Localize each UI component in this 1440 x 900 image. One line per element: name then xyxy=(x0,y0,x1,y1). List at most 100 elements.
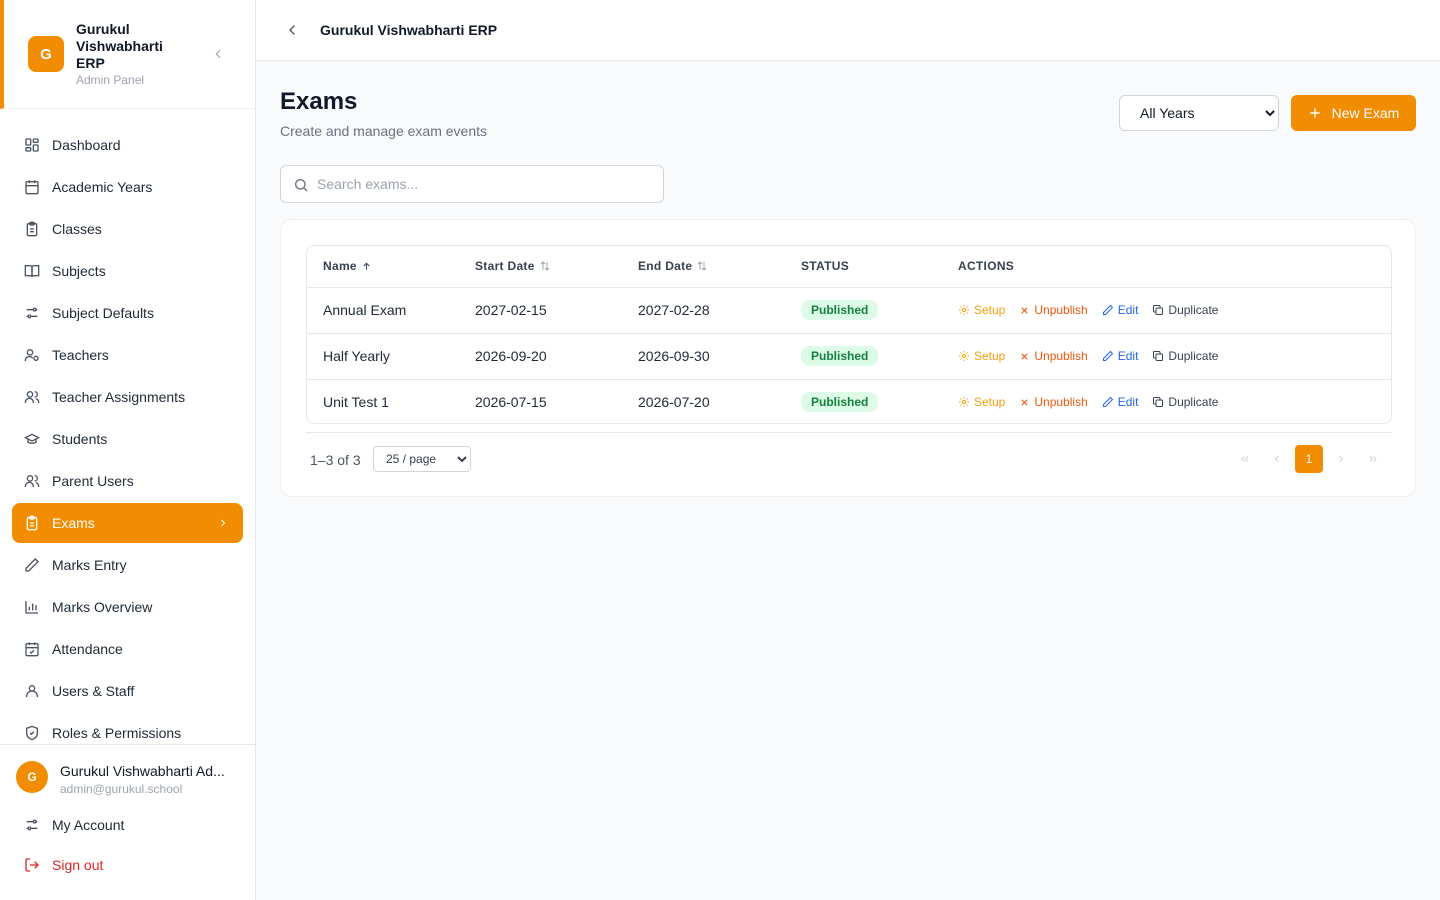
sidebar-item-attendance[interactable]: Attendance xyxy=(12,629,243,669)
column-header-end-date[interactable]: End Date xyxy=(638,246,801,288)
shield-icon xyxy=(24,725,40,741)
sign-out-link[interactable]: Sign out xyxy=(24,857,103,873)
brand-name: Gurukul Vishwabharti ERP xyxy=(76,21,163,71)
edit-button[interactable]: Edit xyxy=(1102,349,1138,363)
pencil-icon xyxy=(1102,304,1114,316)
sidebar-item-teachers[interactable]: Teachers xyxy=(12,335,243,375)
edit-label: Edit xyxy=(1117,303,1139,317)
sidebar-item-label: Roles & Permissions xyxy=(52,725,182,741)
brand-header: G Gurukul Vishwabharti ERP Admin Panel xyxy=(0,0,255,109)
exam-start-date: 2027-02-15 xyxy=(475,302,547,318)
table-row: Annual Exam 2027-02-15 2027-02-28 Publis… xyxy=(307,287,1391,333)
unpublish-button[interactable]: Unpublish xyxy=(1019,395,1088,409)
status-badge: Published xyxy=(801,392,879,413)
first-page-button[interactable] xyxy=(1231,445,1259,473)
users-icon xyxy=(24,473,40,489)
exam-end-date: 2026-09-30 xyxy=(638,348,710,364)
chevron-left-icon xyxy=(215,49,221,59)
sidebar-item-subjects[interactable]: Subjects xyxy=(12,251,243,291)
my-account-link[interactable]: My Account xyxy=(24,817,124,833)
unpublish-button[interactable]: Unpublish xyxy=(1019,303,1088,317)
sidebar-item-label: Students xyxy=(52,431,108,447)
copy-icon xyxy=(1152,304,1164,316)
search-input[interactable] xyxy=(317,166,657,202)
page-button-current[interactable]: 1 xyxy=(1295,445,1323,473)
last-page-button[interactable] xyxy=(1359,445,1387,473)
close-icon xyxy=(1019,397,1030,408)
column-header-name[interactable]: Name xyxy=(307,246,475,288)
setup-button[interactable]: Setup xyxy=(958,395,1005,409)
user-panel: G Gurukul Vishwabharti Ad... admin@guruk… xyxy=(0,744,255,900)
duplicate-button[interactable]: Duplicate xyxy=(1152,303,1218,317)
chevron-right-icon xyxy=(217,516,229,532)
page-title: Exams xyxy=(280,88,358,115)
exam-start-date: 2026-07-15 xyxy=(475,394,547,411)
user-name: Gurukul Vishwabharti Ad... xyxy=(60,763,225,779)
table-header-row: Name Start Date End Date STATUS ACTIONS xyxy=(307,246,1391,288)
setup-label: Setup xyxy=(974,349,1006,363)
search-box xyxy=(280,165,664,203)
user-email: admin@gurukul.school xyxy=(60,782,183,796)
sidebar-item-label: Subjects xyxy=(52,263,106,279)
logout-icon xyxy=(24,857,40,873)
sidebar-item-dashboard[interactable]: Dashboard xyxy=(12,125,243,165)
calendar-icon xyxy=(24,179,40,195)
chevron-right-icon xyxy=(1339,455,1344,463)
sidebar-item-teacher-assignments[interactable]: Teacher Assignments xyxy=(12,377,243,417)
sidebar-item-subject-defaults[interactable]: Subject Defaults xyxy=(12,293,243,333)
table-row: Unit Test 1 2026-07-15 2026-07-20 Publis… xyxy=(307,379,1391,423)
sidebar-item-marks-overview[interactable]: Marks Overview xyxy=(12,587,243,627)
chevron-left-icon xyxy=(289,25,295,35)
table-row: Half Yearly 2026-09-20 2026-09-30 Publis… xyxy=(307,333,1391,379)
year-filter-select[interactable]: All Years xyxy=(1119,95,1279,131)
sidebar: G Gurukul Vishwabharti ERP Admin Panel D… xyxy=(0,0,256,900)
edit-button[interactable]: Edit xyxy=(1102,395,1138,409)
sidebar-item-academic-years[interactable]: Academic Years xyxy=(12,167,243,207)
exam-end-date: 2026-07-20 xyxy=(638,394,710,411)
back-button[interactable] xyxy=(282,20,302,40)
unpublish-button[interactable]: Unpublish xyxy=(1019,349,1088,363)
setup-button[interactable]: Setup xyxy=(958,303,1005,317)
duplicate-button[interactable]: Duplicate xyxy=(1152,395,1218,409)
sidebar-nav: Dashboard Academic Years Classes Subject… xyxy=(12,125,243,755)
next-page-button[interactable] xyxy=(1327,445,1355,473)
sidebar-item-marks-entry[interactable]: Marks Entry xyxy=(12,545,243,585)
column-header-start-date[interactable]: Start Date xyxy=(475,246,638,288)
sidebar-item-users-staff[interactable]: Users & Staff xyxy=(12,671,243,711)
sidebar-item-label: Teacher Assignments xyxy=(52,389,186,405)
exam-name: Half Yearly xyxy=(323,348,390,364)
pencil-icon xyxy=(1102,350,1114,362)
sidebar-item-exams[interactable]: Exams xyxy=(12,503,243,543)
sidebar-item-students[interactable]: Students xyxy=(12,419,243,459)
gear-icon xyxy=(958,304,970,316)
collapse-sidebar-button[interactable] xyxy=(208,44,228,64)
new-exam-label: New Exam xyxy=(1331,105,1400,121)
column-header-label: End Date xyxy=(638,259,693,274)
copy-icon xyxy=(1152,350,1164,362)
duplicate-label: Duplicate xyxy=(1168,349,1219,363)
sidebar-item-classes[interactable]: Classes xyxy=(12,209,243,249)
sort-ascending-icon xyxy=(361,261,372,272)
sidebar-item-label: Exams xyxy=(52,515,95,531)
edit-button[interactable]: Edit xyxy=(1102,303,1139,317)
previous-page-button[interactable] xyxy=(1263,445,1291,473)
pagination-range: 1–3 of 3 xyxy=(310,452,361,468)
chevrons-left-icon xyxy=(1241,456,1249,462)
pencil-icon xyxy=(1102,396,1114,408)
search-icon xyxy=(295,179,308,192)
users-icon xyxy=(24,389,40,405)
per-page-select[interactable]: 25 / page xyxy=(373,446,471,472)
sort-toggle-icon xyxy=(696,260,708,272)
close-icon xyxy=(1019,351,1030,362)
duplicate-button[interactable]: Duplicate xyxy=(1152,349,1218,363)
sidebar-item-label: Marks Entry xyxy=(52,557,127,573)
duplicate-label: Duplicate xyxy=(1168,395,1219,410)
new-exam-button[interactable]: New Exam xyxy=(1291,95,1416,131)
unpublish-label: Unpublish xyxy=(1034,349,1088,363)
dashboard-icon xyxy=(24,137,40,153)
setup-button[interactable]: Setup xyxy=(958,349,1005,363)
exam-name: Annual Exam xyxy=(323,302,407,318)
sidebar-item-parent-users[interactable]: Parent Users xyxy=(12,461,243,501)
page-subtitle: Create and manage exam events xyxy=(280,123,488,139)
exam-end-date: 2027-02-28 xyxy=(638,302,710,318)
